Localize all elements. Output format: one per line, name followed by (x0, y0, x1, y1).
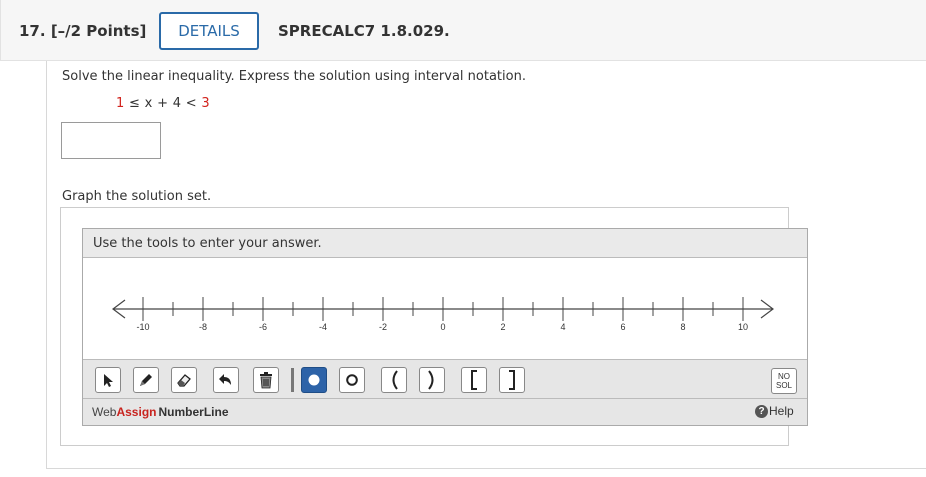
question-prompt: Solve the linear inequality. Express the… (62, 69, 526, 84)
question-label: 17. [–/2 Points] (19, 22, 146, 40)
tick-label: 0 (440, 322, 445, 332)
undo-tool[interactable] (213, 367, 239, 393)
right-paren-icon (428, 370, 434, 390)
details-button[interactable]: DETAILS (159, 12, 259, 50)
brand-product: NumberLine (158, 405, 229, 419)
trash-icon (260, 372, 272, 389)
tick-label: -4 (319, 322, 327, 332)
pencil-icon (140, 374, 152, 386)
tick-label: 6 (620, 322, 625, 332)
closed-point-tool[interactable] (301, 367, 327, 393)
open-circle-icon (346, 374, 358, 386)
numberline-instructions: Use the tools to enter your answer. (93, 236, 322, 251)
delete-tool[interactable] (253, 367, 279, 393)
undo-icon (219, 374, 231, 385)
no-solution-line2: SOL (775, 381, 792, 390)
tick-label: 10 (738, 322, 748, 332)
no-solution-line1: NO (778, 372, 790, 381)
tick-label: -6 (259, 322, 267, 332)
inequality-expression: 1 ≤ x + 4 < 3 (116, 96, 210, 111)
numberline-title-bar: Use the tools to enter your answer. (83, 229, 807, 258)
tick-label: 2 (500, 322, 505, 332)
filled-circle-icon (308, 374, 320, 386)
eraser-icon (177, 374, 191, 387)
interval-answer-input[interactable] (61, 122, 161, 159)
tick-label: -8 (199, 322, 207, 332)
arrow-pointer-icon (104, 374, 113, 387)
pencil-tool[interactable] (133, 367, 159, 393)
question-number: 17. (19, 22, 46, 40)
numberline-footer: WebAssign NumberLine ? Help (83, 399, 807, 425)
graph-prompt: Graph the solution set. (62, 189, 212, 204)
left-paren-icon (392, 370, 398, 390)
numberline-toolbar: NO SOL (83, 359, 807, 399)
tick-label: 4 (560, 322, 565, 332)
toolbar-separator (291, 368, 294, 392)
help-icon: ? (755, 404, 768, 418)
course-code: SPRECALC7 1.8.029. (278, 22, 450, 40)
brand-assign: Assign (116, 405, 157, 419)
inequality-right: 3 (201, 96, 210, 111)
number-line[interactable]: -10 -8 -6 -4 -2 0 2 4 6 8 10 (83, 258, 807, 359)
inequality-op1: ≤ (129, 96, 141, 111)
left-bracket-tool[interactable] (461, 367, 487, 393)
right-bracket-icon (509, 370, 515, 390)
inequality-middle: x + 4 (144, 96, 182, 111)
help-link[interactable]: ? Help (755, 404, 794, 418)
tick-label: -10 (136, 322, 149, 332)
eraser-tool[interactable] (171, 367, 197, 393)
left-paren-tool[interactable] (381, 367, 407, 393)
question-header: 17. [–/2 Points] DETAILS SPRECALC7 1.8.0… (0, 0, 926, 61)
inequality-op2: < (185, 96, 197, 111)
tick-label: -2 (379, 322, 387, 332)
brand-web: Web (92, 405, 117, 419)
help-label: Help (769, 404, 794, 418)
numberline-widget: Use the tools to enter your answer. -10-… (82, 228, 808, 426)
open-point-tool[interactable] (339, 367, 365, 393)
right-bracket-tool[interactable] (499, 367, 525, 393)
right-paren-tool[interactable] (419, 367, 445, 393)
inequality-left: 1 (116, 96, 125, 111)
left-bracket-icon (471, 370, 477, 390)
no-solution-button[interactable]: NO SOL (771, 368, 797, 394)
webassign-logo: WebAssign NumberLine (92, 405, 229, 419)
tick-label: 8 (680, 322, 685, 332)
pointer-tool[interactable] (95, 367, 121, 393)
question-points: [–/2 Points] (50, 22, 147, 40)
